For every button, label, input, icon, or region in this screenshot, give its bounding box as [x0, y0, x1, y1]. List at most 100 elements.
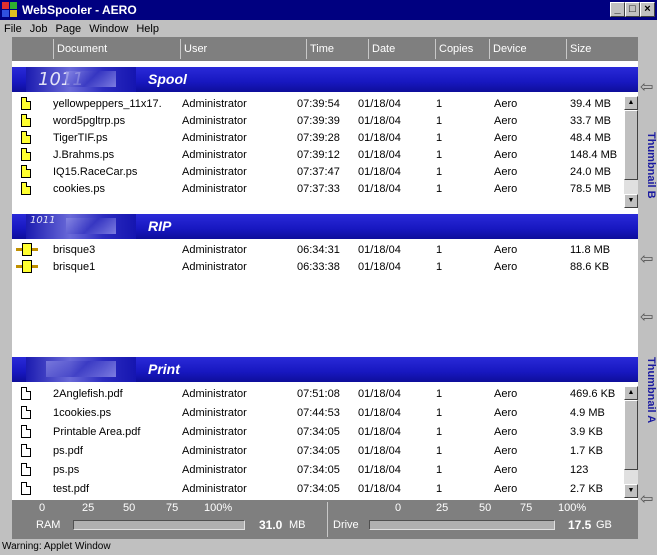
document-icon: [21, 463, 31, 476]
document-icon: [21, 425, 31, 438]
tab-thumbnail-a[interactable]: Thumbnail A: [642, 357, 657, 423]
menu-job[interactable]: Job: [26, 23, 52, 35]
scroll-thumb[interactable]: [624, 400, 638, 470]
maximize-button[interactable]: □: [625, 2, 640, 17]
scroll-down-button[interactable]: ▼: [624, 484, 638, 498]
drive-tick-75: 75: [520, 502, 533, 514]
column-device[interactable]: Device: [493, 43, 527, 55]
cell-document: word5pgltrp.ps: [53, 115, 126, 127]
cell-device: Aero: [494, 166, 518, 178]
spool-scrollbar[interactable]: ▲ ▼: [624, 96, 638, 208]
cell-date: 01/18/04: [358, 407, 401, 419]
expand-arrow-icon[interactable]: ⇦: [640, 489, 656, 511]
table-row[interactable]: 1cookies.ps Administrator 07:44:53 01/18…: [12, 405, 622, 422]
cell-copies: 1: [436, 166, 443, 178]
cell-size: 48.4 MB: [570, 132, 611, 144]
cell-size: 39.4 MB: [570, 98, 611, 110]
table-row[interactable]: word5pgltrp.ps Administrator 07:39:39 01…: [12, 113, 622, 130]
table-row[interactable]: brisque1 Administrator 06:33:38 01/18/04…: [12, 259, 622, 276]
menu-help[interactable]: Help: [132, 23, 163, 35]
cell-user: Administrator: [182, 483, 247, 495]
column-user[interactable]: User: [184, 43, 207, 55]
close-button[interactable]: ×: [640, 2, 655, 17]
table-row[interactable]: ps.pdf Administrator 07:34:05 01/18/04 1…: [12, 443, 622, 460]
cell-size: 4.9 MB: [570, 407, 605, 419]
expand-arrow-icon[interactable]: ⇦: [640, 307, 656, 329]
document-icon: [21, 444, 31, 457]
cell-size: 123: [570, 464, 589, 476]
ram-tick-50: 50: [123, 502, 136, 514]
table-row[interactable]: brisque3 Administrator 06:34:31 01/18/04…: [12, 242, 622, 259]
cell-device: Aero: [494, 98, 518, 110]
cell-device: Aero: [494, 244, 518, 256]
table-row[interactable]: J.Brahms.ps Administrator 07:39:12 01/18…: [12, 147, 622, 164]
cell-user: Administrator: [182, 261, 247, 273]
cell-time: 07:37:33: [297, 183, 340, 195]
column-time[interactable]: Time: [310, 43, 334, 55]
title-bar: WebSpooler - AERO _ □ ×: [0, 0, 657, 20]
cell-size: 11.8 MB: [570, 244, 611, 256]
cell-time: 07:37:47: [297, 166, 340, 178]
rip-section-bar[interactable]: 1011 RIP: [12, 214, 638, 239]
cell-user: Administrator: [182, 132, 247, 144]
app-icon: [2, 2, 18, 18]
document-icon: [21, 131, 31, 144]
cell-time: 07:39:12: [297, 149, 340, 161]
spool-section-bar[interactable]: 1011 Spool: [12, 67, 638, 92]
ram-meter: [73, 520, 245, 530]
cell-copies: 1: [436, 244, 443, 256]
cell-time: 07:39:54: [297, 98, 340, 110]
scroll-up-button[interactable]: ▲: [624, 386, 638, 400]
drive-tick-0: 0: [395, 502, 402, 514]
table-row[interactable]: ps.ps Administrator 07:34:05 01/18/04 1 …: [12, 462, 622, 479]
scroll-up-button[interactable]: ▲: [624, 96, 638, 110]
table-row[interactable]: TigerTIF.ps Administrator 07:39:28 01/18…: [12, 130, 622, 147]
rip-section-label: RIP: [148, 218, 172, 234]
cell-date: 01/18/04: [358, 149, 401, 161]
menu-page[interactable]: Page: [51, 23, 85, 35]
tab-thumbnail-b[interactable]: Thumbnail B: [642, 132, 657, 199]
status-bar: Warning: Applet Window: [0, 539, 657, 555]
cell-copies: 1: [436, 183, 443, 195]
cell-document: yellowpeppers_11x17.: [53, 98, 162, 110]
table-row[interactable]: 2Anglefish.pdf Administrator 07:51:08 01…: [12, 386, 622, 403]
menu-bar: File Job Page Window Help: [0, 20, 657, 37]
cell-time: 06:34:31: [297, 244, 340, 256]
rip-banner-image: 1011: [26, 214, 136, 239]
print-banner-image: [26, 357, 136, 382]
cell-date: 01/18/04: [358, 483, 401, 495]
ram-tick-0: 0: [39, 502, 46, 514]
column-size[interactable]: Size: [570, 43, 591, 55]
ram-unit: MB: [289, 519, 306, 531]
minimize-button[interactable]: _: [610, 2, 625, 17]
column-copies[interactable]: Copies: [439, 43, 473, 55]
table-row[interactable]: Printable Area.pdf Administrator 07:34:0…: [12, 424, 622, 441]
cell-document: brisque3: [53, 244, 96, 256]
document-icon: [21, 148, 31, 161]
drive-value: 17.5: [568, 518, 592, 532]
scroll-down-button[interactable]: ▼: [624, 194, 638, 208]
table-row[interactable]: cookies.ps Administrator 07:37:33 01/18/…: [12, 181, 622, 198]
cell-date: 01/18/04: [358, 244, 401, 256]
cell-user: Administrator: [182, 183, 247, 195]
cell-device: Aero: [494, 115, 518, 127]
column-date[interactable]: Date: [372, 43, 395, 55]
menu-window[interactable]: Window: [85, 23, 132, 35]
menu-file[interactable]: File: [0, 23, 26, 35]
cell-date: 01/18/04: [358, 166, 401, 178]
column-document[interactable]: Document: [57, 43, 107, 55]
expand-arrow-icon[interactable]: ⇦: [640, 77, 656, 99]
print-section-bar[interactable]: Print: [12, 357, 638, 382]
table-row[interactable]: yellowpeppers_11x17. Administrator 07:39…: [12, 96, 622, 113]
table-row[interactable]: IQ15.RaceCar.ps Administrator 07:37:47 0…: [12, 164, 622, 181]
print-section-label: Print: [148, 361, 180, 377]
cell-date: 01/18/04: [358, 261, 401, 273]
table-row[interactable]: test.pdf Administrator 07:34:05 01/18/04…: [12, 481, 622, 498]
cell-device: Aero: [494, 261, 518, 273]
expand-arrow-icon[interactable]: ⇦: [640, 249, 656, 271]
cell-date: 01/18/04: [358, 132, 401, 144]
print-scrollbar[interactable]: ▲ ▼: [624, 386, 638, 498]
cell-copies: 1: [436, 132, 443, 144]
cell-size: 33.7 MB: [570, 115, 611, 127]
scroll-thumb[interactable]: [624, 110, 638, 180]
